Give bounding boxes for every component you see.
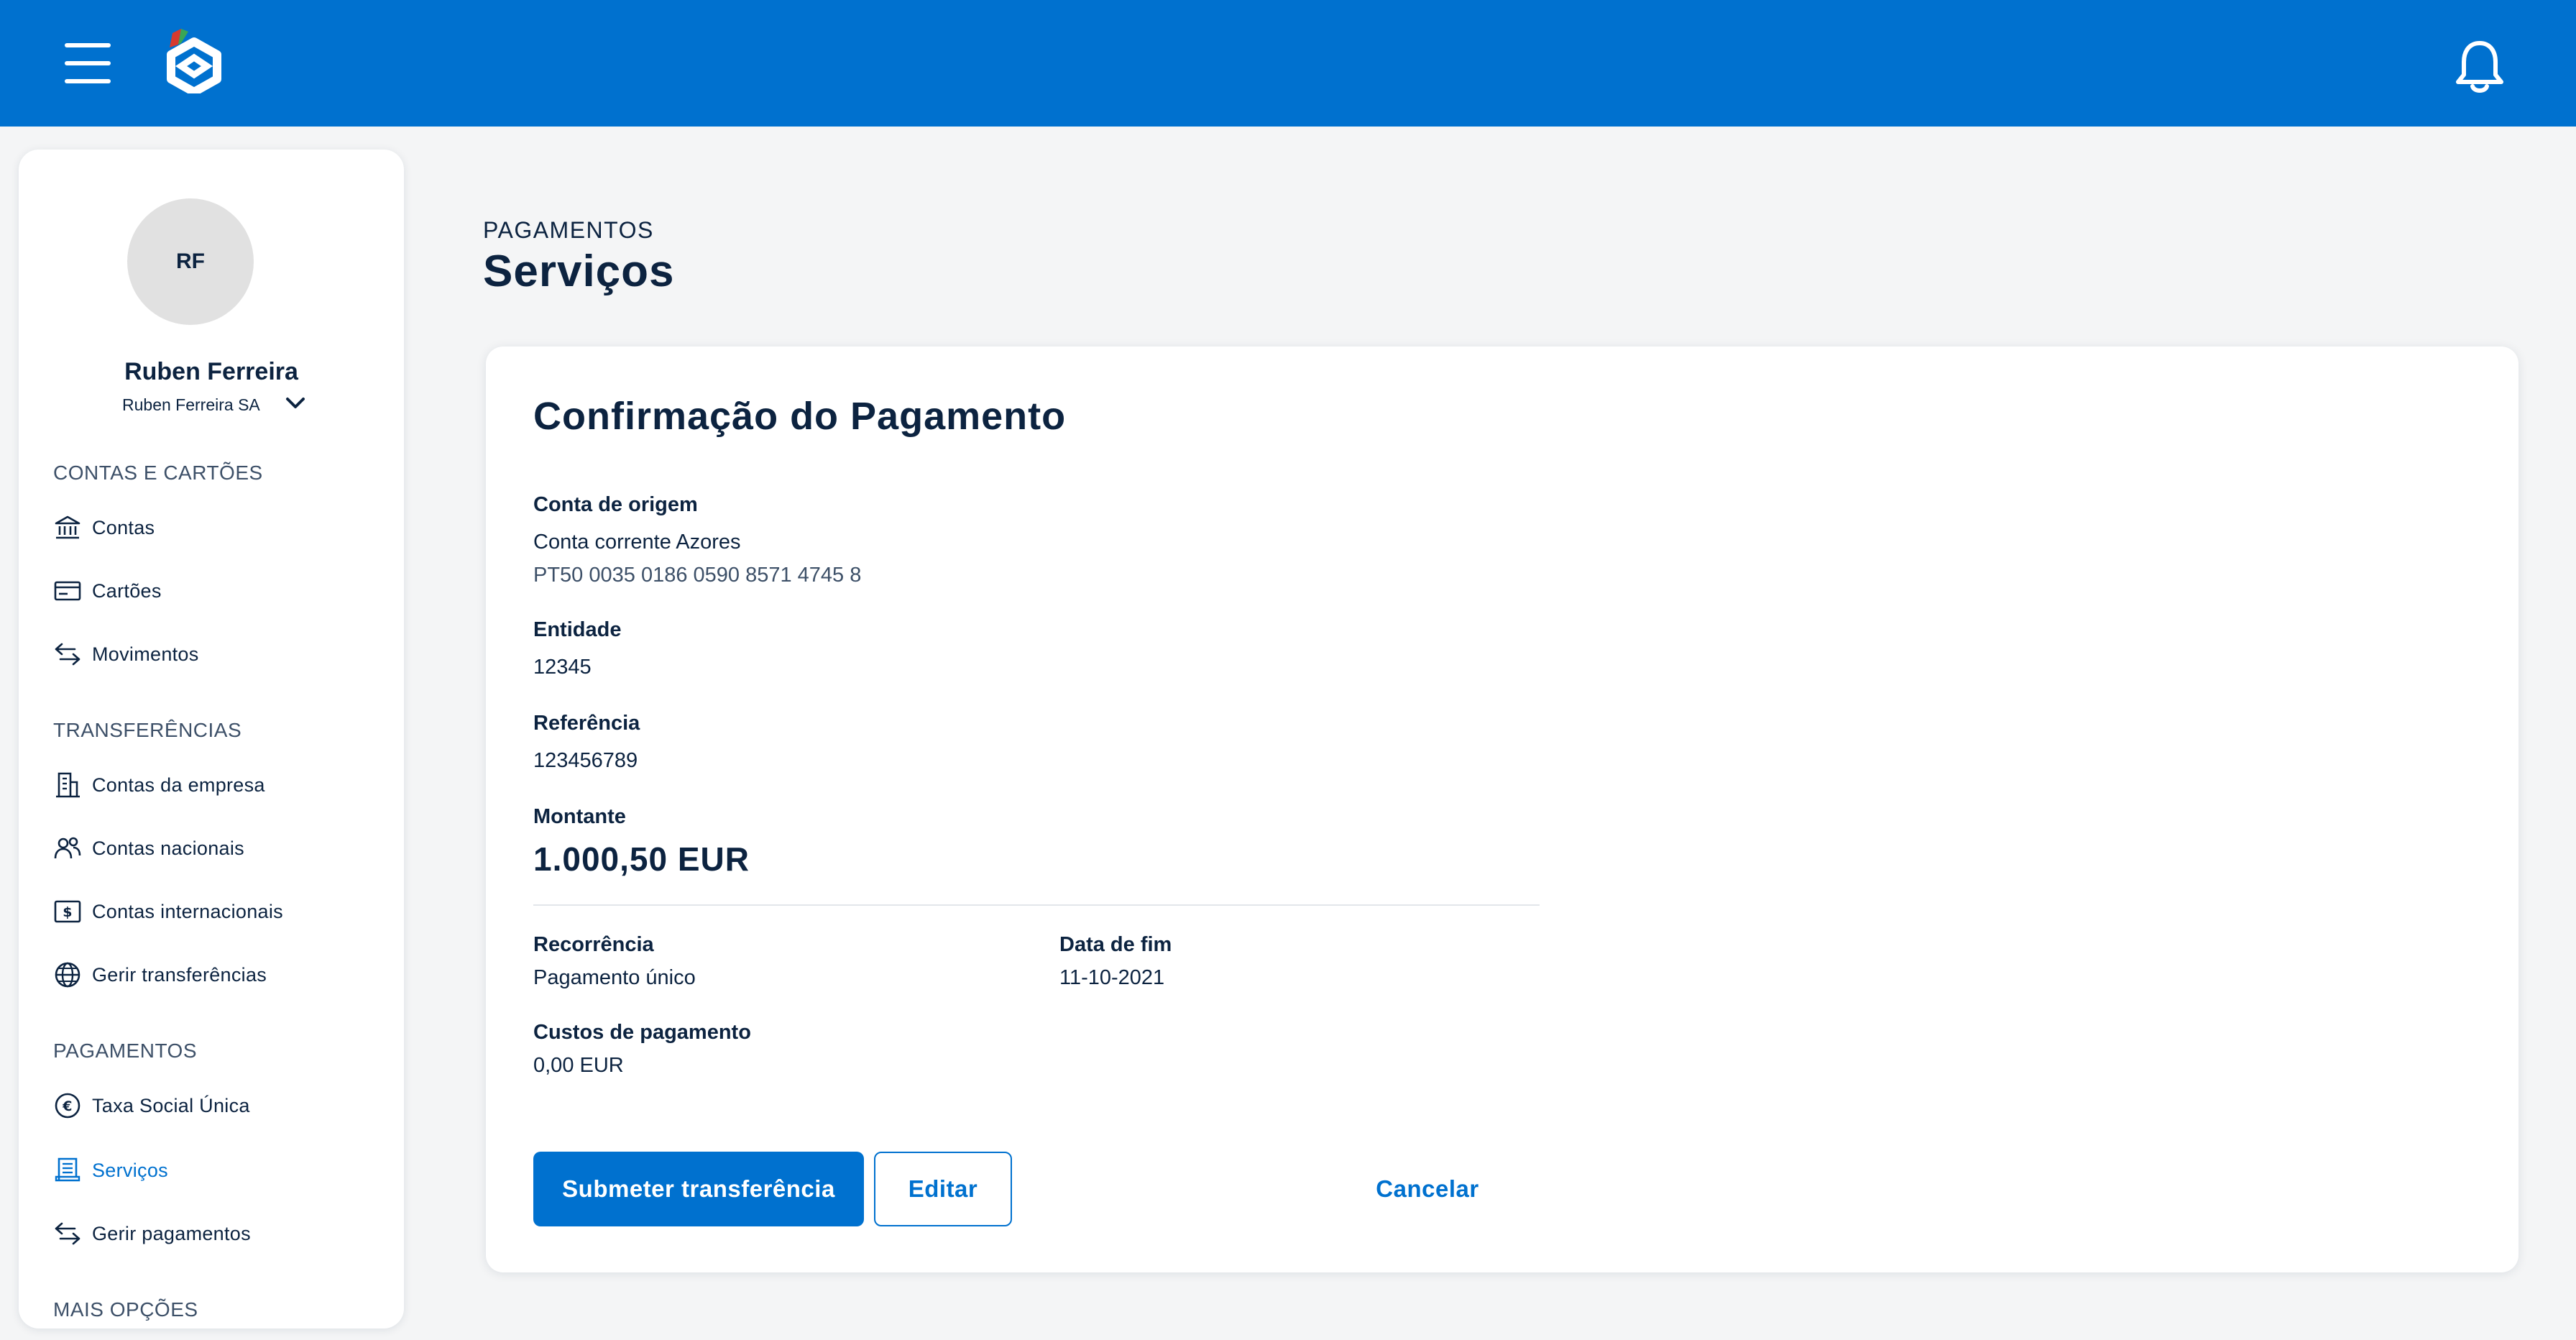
referencia-value: 123456789 [533,749,638,772]
sidebar-item-gerir-transferencias[interactable]: Gerir transferências [53,955,369,995]
data-fim-label: Data de fim [1059,933,1172,956]
arrows-icon [55,1222,80,1245]
section-title-mais-opcoes: MAIS OPÇÕES [53,1298,198,1321]
conta-origem-iban: PT50 0035 0186 0590 8571 4745 8 [533,564,862,587]
section-title-transferencias: TRANSFERÊNCIAS [53,719,242,741]
menu-icon[interactable] [65,43,111,83]
montante-label: Montante [533,805,626,828]
sidebar-item-label: Cartões [92,579,162,602]
conta-origem-label: Conta de origem [533,493,698,516]
sidebar-item-cartoes[interactable]: Cartões [53,571,369,611]
sidebar-item-label: Serviços [92,1159,168,1181]
sidebar-item-taxa-social-unica[interactable]: € Taxa Social Única [53,1086,369,1126]
bank-icon [55,515,80,539]
bell-icon[interactable] [2452,37,2507,95]
people-icon [54,837,81,859]
sidebar-item-label: Movimentos [92,643,199,665]
sidebar-item-gerir-pagamentos[interactable]: Gerir pagamentos [53,1213,369,1254]
montante-value: 1.000,50 EUR [533,840,750,878]
chevron-down-icon[interactable] [285,394,306,413]
sidebar-item-contas-internacionais[interactable]: $ Contas internacionais [53,891,369,932]
user-company[interactable]: Ruben Ferreira SA [122,395,260,415]
card-icon [54,581,81,601]
sidebar-item-label: Gerir pagamentos [92,1222,251,1244]
entidade-label: Entidade [533,618,622,641]
globe-icon [55,962,80,988]
sidebar-item-label: Taxa Social Única [92,1094,250,1116]
recorrencia-label: Recorrência [533,933,654,956]
section-title-contas-cartoes: CONTAS E CARTÕES [53,462,263,484]
card-title: Confirmação do Pagamento [533,395,1067,438]
user-name: Ruben Ferreira [124,358,298,385]
svg-text:€: € [62,1098,73,1114]
sidebar-item-label: Contas da empresa [92,774,265,796]
page-title: Serviços [483,247,675,296]
sidebar-item-movimentos[interactable]: Movimentos [53,634,369,674]
sidebar-item-label: Contas internacionais [92,900,283,922]
avatar[interactable]: RF [127,198,254,325]
recorrencia-value: Pagamento único [533,966,696,989]
receipt-icon [55,1157,80,1182]
section-title-pagamentos: PAGAMENTOS [53,1040,198,1062]
sidebar-item-contas[interactable]: Contas [53,508,369,548]
data-fim-value: 11-10-2021 [1059,966,1165,989]
svg-text:$: $ [63,904,73,920]
building-icon [56,772,80,798]
sidebar-item-label: Contas nacionais [92,837,244,859]
bank-logo-icon[interactable] [160,29,230,93]
custos-label: Custos de pagamento [533,1021,751,1044]
sidebar-item-label: Gerir transferências [92,963,267,986]
breadcrumb: PAGAMENTOS [483,217,654,243]
sidebar: RF Ruben Ferreira Ruben Ferreira SA CONT… [19,150,404,1328]
dollar-note-icon: $ [54,900,81,923]
conta-origem-name: Conta corrente Azores [533,531,741,554]
sidebar-item-servicos[interactable]: Serviços [53,1150,369,1190]
edit-button[interactable]: Editar [874,1152,1012,1226]
sidebar-item-contas-nacionais[interactable]: Contas nacionais [53,828,369,868]
custos-value: 0,00 EUR [533,1054,624,1077]
submit-transfer-button[interactable]: Submeter transferência [533,1152,864,1226]
referencia-label: Referência [533,712,640,735]
cancel-button[interactable]: Cancelar [1363,1152,1492,1226]
entidade-value: 12345 [533,656,592,679]
top-bar [0,0,2576,127]
sidebar-item-contas-empresa[interactable]: Contas da empresa [53,765,369,805]
divider [533,904,1540,906]
euro-icon: € [55,1093,80,1119]
payment-confirmation-card: Confirmação do Pagamento Conta de origem… [486,347,2518,1272]
arrows-icon [55,643,80,666]
sidebar-item-label: Contas [92,516,155,538]
